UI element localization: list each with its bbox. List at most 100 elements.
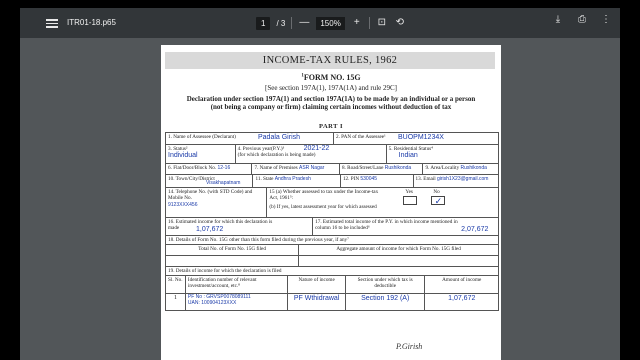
field-value[interactable]: 2021-22 <box>304 145 330 153</box>
table-row <box>166 256 498 267</box>
field-label: 8. Road/Street/Lane <box>341 165 384 171</box>
table-row: Total No. of Form No. 15G filed Aggregat… <box>166 245 498 256</box>
col-identification: Identification number of relevant invest… <box>186 276 289 293</box>
field-label: 15 (a) Whether assessed to tax under the… <box>269 189 379 201</box>
rules-header: INCOME-TAX RULES, 1962 <box>165 52 495 69</box>
income-details-heading: 19. Details of income for which the decl… <box>168 268 282 274</box>
no-label: No <box>433 189 440 195</box>
field-previous-year: 4. Previous year(P.Y.)³ 2021-22 (for whi… <box>236 145 387 163</box>
field-value[interactable]: Indian <box>389 152 496 160</box>
field-value[interactable]: 2,07,672 <box>461 226 488 234</box>
form-table: 1. Name of Assessee (Declarant) Padala G… <box>165 132 499 311</box>
signature: P.Girish <box>396 342 423 351</box>
pdf-toolbar: ITR01-18.p65 1 / 3 — 150% + ⊡ ⟲ ⤓ ⎙ ⋮ <box>20 8 620 38</box>
field-value[interactable]: 530045 <box>360 176 377 182</box>
form-number-text: FORM NO. 15G <box>303 73 361 82</box>
col-section: Section under which tax is deductible <box>346 276 426 293</box>
menu-icon[interactable] <box>46 17 58 29</box>
field-value[interactable]: Rushikonda <box>460 165 486 171</box>
page-number-input[interactable]: 1 <box>256 16 271 30</box>
field-pin: 12. PIN 530045 <box>341 175 414 187</box>
field-value[interactable]: Andhra Pradesh <box>275 176 311 182</box>
value-aggregate-amount[interactable] <box>299 256 498 266</box>
table-row: 3. Status² Individual 4. Previous year(P… <box>166 145 498 164</box>
field-name: 1. Name of Assessee (Declarant) Padala G… <box>166 133 334 144</box>
section-reference: [See section 197A(1), 197A(1A) and rule … <box>265 84 397 92</box>
zoom-in-button[interactable]: + <box>351 17 363 29</box>
page-controls: 1 / 3 — 150% + ⊡ ⟲ <box>256 14 406 32</box>
divider <box>368 17 370 29</box>
field-value[interactable]: Padala Girish <box>258 134 300 142</box>
field-area: 9. Area/Locality Rushikonda <box>423 164 498 174</box>
no-checkbox[interactable]: ✓ <box>431 196 446 206</box>
field-sublabel: (b) If yes, latest assessment year for w… <box>269 204 377 210</box>
field-value[interactable]: 9123XXX456 <box>168 202 264 209</box>
part-heading: PART I <box>318 123 344 130</box>
field-value[interactable]: 1,07,672 <box>196 226 223 234</box>
table-row: 6. Flat/Door/Block No. 12-16 7. Name of … <box>166 164 498 175</box>
col-aggregate-amount: Aggregate amount of income for which For… <box>336 246 461 252</box>
row-sl-no: 1 <box>166 294 186 310</box>
pdf-viewer: ITR01-18.p65 1 / 3 — 150% + ⊡ ⟲ ⤓ ⎙ ⋮ IN… <box>20 8 620 360</box>
field-value[interactable]: girish1X23@gmail.com <box>437 176 488 182</box>
yes-label: Yes <box>405 189 413 195</box>
field-label: 17. Estimated total income of the P.Y. i… <box>315 219 458 231</box>
row-uan[interactable]: UAN: 100904123XXX <box>188 300 285 307</box>
field-value[interactable]: Rushikonda <box>385 165 411 171</box>
table-row: 19. Details of income for which the decl… <box>166 267 498 276</box>
table-row: 14. Telephone No. (with STD Code) and Mo… <box>166 188 498 218</box>
field-assessed: 15 (a) Whether assessed to tax under the… <box>267 188 498 217</box>
row-identification: PF No : GRVSP0078089111 UAN: 100904123XX… <box>186 294 289 310</box>
zoom-level-input[interactable]: 150% <box>316 16 345 30</box>
field-label: 1. Name of Assessee (Declarant) <box>168 134 236 140</box>
table-row: 1. Name of Assessee (Declarant) Padala G… <box>166 133 498 145</box>
row-amount[interactable]: 1,07,672 <box>425 294 498 310</box>
col-total-forms: Total No. of Form No. 15G filed <box>166 245 300 255</box>
field-value[interactable]: ASR Nagar <box>299 165 324 171</box>
field-previous-forms: 18. Details of Form No. 15G other than t… <box>168 237 349 243</box>
field-value[interactable]: BUOPM1234X <box>398 134 444 142</box>
field-value[interactable]: Individual <box>168 152 233 160</box>
field-value[interactable]: 12-16 <box>217 165 230 171</box>
field-estimated-income: 16. Estimated income for which this decl… <box>166 218 314 235</box>
print-icon[interactable]: ⎙ <box>576 14 588 26</box>
table-row: 10. Town/City/District Visakhapatnam 11.… <box>166 175 498 188</box>
field-label: 11. State <box>255 176 274 182</box>
field-label: 12. PIN <box>342 176 360 182</box>
table-row: 18. Details of Form No. 15G other than t… <box>166 236 498 245</box>
field-label: 9. Area/Locality <box>425 165 460 171</box>
yes-checkbox[interactable] <box>403 196 418 205</box>
row-nature[interactable]: PF Wthidrawal <box>288 294 346 310</box>
field-premises: 7. Name of Premises ASR Nagar <box>252 164 340 174</box>
download-icon[interactable]: ⤓ <box>552 14 564 26</box>
field-value[interactable]: Visakhapatnam <box>206 180 240 187</box>
field-road: 8. Road/Street/Lane Rushikonda <box>340 164 424 174</box>
table-row: 1 PF No : GRVSP0078089111 UAN: 100904123… <box>166 294 498 310</box>
declaration-heading: Declaration under section 197A(1) and se… <box>186 95 476 112</box>
page-total: / 3 <box>276 18 286 28</box>
col-nature: Nature of income <box>288 276 346 293</box>
field-flat: 6. Flat/Door/Block No. 12-16 <box>166 164 253 174</box>
field-label: 14. Telephone No. (with STD Code) and Mo… <box>168 189 253 201</box>
rotate-icon[interactable]: ⟲ <box>394 17 406 29</box>
field-pan: 2. PAN of the Assessee¹ BUOPM1234X <box>334 133 498 144</box>
row-section[interactable]: Section 192 (A) <box>346 294 426 310</box>
more-options-icon[interactable]: ⋮ <box>600 14 612 26</box>
toolbar-actions: ⤓ ⎙ ⋮ <box>552 14 612 26</box>
table-row: Sl. No. Identification number of relevan… <box>166 276 498 294</box>
field-label: 13. Email <box>415 176 436 182</box>
field-state: 11. State Andhra Pradesh <box>253 175 341 187</box>
col-amount: Amount of income <box>442 277 482 283</box>
zoom-out-button[interactable]: — <box>298 17 310 29</box>
field-residential-status: 5. Residential Status⁴ Indian <box>387 145 498 163</box>
document-title: ITR01-18.p65 <box>67 18 116 27</box>
table-row: 16. Estimated income for which this decl… <box>166 218 498 236</box>
value-total-forms[interactable] <box>166 256 300 266</box>
col-sl-no: Sl. No. <box>166 276 186 293</box>
field-town: 10. Town/City/District Visakhapatnam <box>166 175 254 187</box>
field-label: 6. Flat/Door/Block No. <box>168 165 217 171</box>
form-number: 1FORM NO. 15G <box>161 73 501 82</box>
fit-page-icon[interactable]: ⊡ <box>376 17 388 29</box>
field-label: 7. Name of Premises <box>254 165 298 171</box>
pdf-page: INCOME-TAX RULES, 1962 1FORM NO. 15G [Se… <box>161 45 501 360</box>
